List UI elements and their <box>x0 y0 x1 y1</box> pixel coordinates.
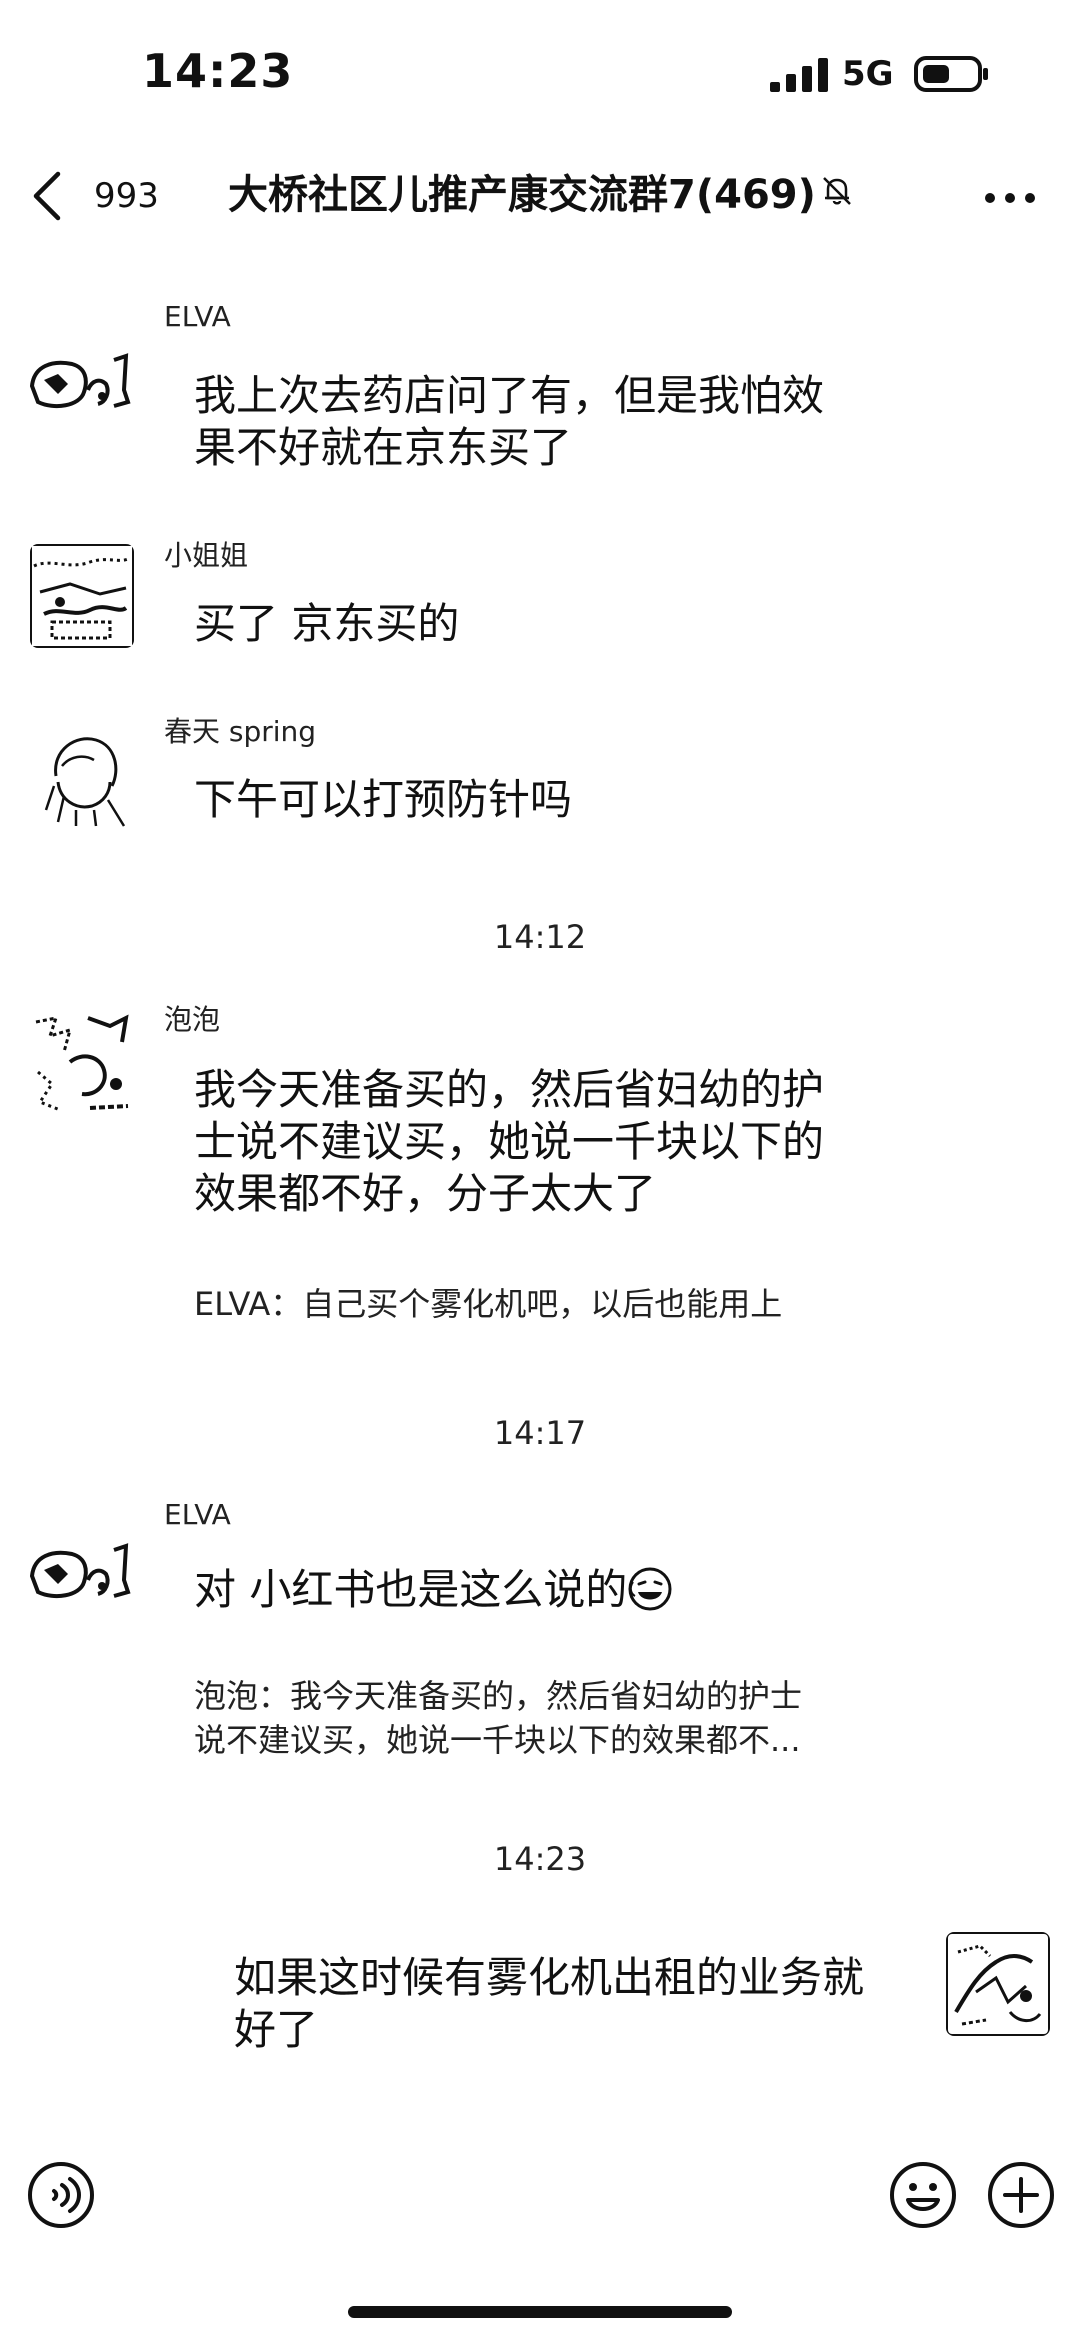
back-button[interactable]: 993 <box>30 164 180 228</box>
timestamp: 14:12 <box>493 918 587 956</box>
quoted-reply[interactable]: ELVA：自己买个雾化机吧，以后也能用上 <box>194 1282 782 1326</box>
avatar[interactable] <box>946 1932 1050 2036</box>
message-bubble[interactable]: 买了 京东买的 <box>194 598 459 650</box>
message-line: 效果都不好，分子太大了 <box>194 1169 657 1218</box>
message-line: 我上次去药店问了有，但是我怕效 <box>194 371 825 420</box>
message-bubble[interactable]: 如果这时候有雾化机出租的业务就 好了 <box>234 1952 864 2056</box>
battery-icon <box>914 56 988 92</box>
quote-line: ELVA：自己买个雾化机吧，以后也能用上 <box>194 1285 783 1323</box>
message-bubble[interactable]: 我上次去药店问了有，但是我怕效 果不好就在京东买了 <box>194 370 824 474</box>
sender-name: 泡泡 <box>164 1003 221 1036</box>
quoted-reply[interactable]: 泡泡：我今天准备买的，然后省妇幼的护士 说不建议买，她说一千块以下的效果都不..… <box>194 1674 802 1762</box>
unread-count: 993 <box>94 176 159 216</box>
sender-name: 小姐姐 <box>164 539 249 572</box>
avatar[interactable] <box>30 1012 134 1116</box>
input-bar <box>0 2150 1080 2250</box>
chat-title[interactable]: 大桥社区儿推产康交流群7(469) <box>228 162 854 220</box>
home-indicator[interactable] <box>348 2306 732 2318</box>
quote-line: 泡泡：我今天准备买的，然后省妇幼的护士 <box>194 1677 803 1715</box>
message-line: 果不好就在京东买了 <box>194 423 573 472</box>
timestamp: 14:23 <box>493 1840 587 1878</box>
message-line: 好了 <box>234 2005 319 2054</box>
message-bubble[interactable]: 我今天准备买的，然后省妇幼的护 士说不建议买，她说一千块以下的 效果都不好，分子… <box>194 1064 824 1220</box>
sender-name: ELVA <box>164 1498 231 1531</box>
timestamp: 14:17 <box>493 1414 587 1452</box>
message-bubble[interactable]: 下午可以打预防针吗 <box>194 774 572 826</box>
bell-off-icon <box>823 177 851 205</box>
message-line: 下午可以打预防针吗 <box>194 775 573 824</box>
plus-icon[interactable] <box>986 2160 1056 2230</box>
message-list[interactable]: ELVA 我上次去药店问了有，但是我怕效 果不好就在京东买了 小姐姐 买了 京东… <box>0 280 1080 2100</box>
chat-title-text: 大桥社区儿推产康交流群7(469) <box>228 172 816 218</box>
signal-icon <box>770 58 828 92</box>
laugh-emoji-icon <box>628 1567 672 1611</box>
voice-icon[interactable] <box>26 2160 96 2230</box>
message-line: 买了 京东买的 <box>194 599 460 648</box>
status-time: 14:23 <box>142 44 294 98</box>
chat-header: 993 大桥社区儿推产康交流群7(469) <box>0 150 1080 240</box>
avatar[interactable] <box>28 350 132 416</box>
message-line: 士说不建议买，她说一千块以下的 <box>194 1117 825 1166</box>
more-dots-icon[interactable] <box>982 178 1038 218</box>
message-bubble[interactable]: 对 小红书也是这么说的 <box>194 1564 673 1616</box>
sender-name: ELVA <box>164 300 231 333</box>
status-bar: 14:23 5G <box>0 0 1080 140</box>
network-label: 5G <box>842 54 894 94</box>
message-line: 我今天准备买的，然后省妇幼的护 <box>194 1065 825 1114</box>
avatar[interactable] <box>28 1540 132 1606</box>
chevron-left-icon <box>33 171 61 221</box>
avatar[interactable] <box>30 544 134 648</box>
smile-icon[interactable] <box>888 2160 958 2230</box>
message-line: 如果这时候有雾化机出租的业务就 <box>234 1953 865 2002</box>
message-line: 对 小红书也是这么说的 <box>194 1565 628 1614</box>
sender-name: 春天 spring <box>164 715 317 748</box>
avatar[interactable] <box>36 726 140 830</box>
quote-line: 说不建议买，她说一千块以下的效果都不... <box>194 1721 801 1759</box>
